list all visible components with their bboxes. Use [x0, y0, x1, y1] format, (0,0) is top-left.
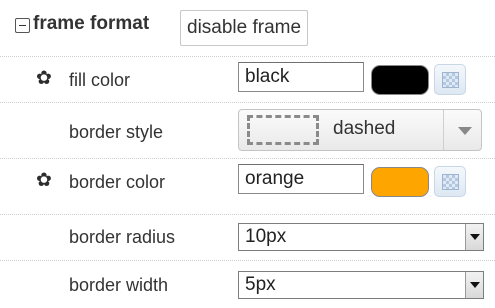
border-style-select[interactable]: dashed: [238, 109, 482, 151]
border-color-swatch[interactable]: [371, 167, 429, 197]
border-color-picker-button[interactable]: [434, 166, 466, 197]
chevron-down-icon[interactable]: [465, 272, 483, 298]
chevron-down-icon[interactable]: [465, 224, 483, 250]
fill-color-row: ✿ fill color: [0, 56, 495, 102]
border-color-input[interactable]: [238, 164, 364, 194]
border-radius-select[interactable]: 10px: [238, 223, 484, 251]
border-width-value: 5px: [245, 274, 276, 295]
select-divider: [443, 110, 444, 150]
disable-frame-button[interactable]: disable frame: [180, 10, 309, 46]
border-style-row: border style dashed: [0, 102, 495, 151]
gear-icon[interactable]: ✿: [36, 69, 52, 88]
border-radius-row: border radius 10px: [0, 214, 495, 260]
color-picker-icon: [442, 174, 459, 190]
fill-color-input[interactable]: [238, 62, 364, 92]
border-radius-value: 10px: [245, 226, 287, 247]
border-style-value: dashed: [333, 118, 396, 139]
border-radius-label: border radius: [69, 227, 176, 247]
border-color-label: border color: [69, 172, 166, 192]
color-picker-icon: [442, 72, 459, 88]
border-width-row: border width 5px: [0, 260, 495, 306]
border-width-select[interactable]: 5px: [238, 271, 484, 299]
fill-color-swatch[interactable]: [371, 65, 429, 95]
chevron-down-icon[interactable]: [458, 127, 472, 135]
border-color-row: ✿ border color: [0, 158, 495, 204]
dashed-preview-icon: [247, 115, 319, 145]
border-width-label: border width: [69, 275, 169, 295]
fill-color-picker-button[interactable]: [434, 64, 466, 95]
section-title: frame format: [33, 13, 150, 34]
border-style-label: border style: [69, 122, 164, 142]
gear-icon[interactable]: ✿: [36, 171, 52, 190]
fill-color-label: fill color: [69, 70, 131, 90]
frame-format-header: frame format disable frame: [0, 0, 495, 56]
collapse-icon[interactable]: [15, 18, 30, 33]
